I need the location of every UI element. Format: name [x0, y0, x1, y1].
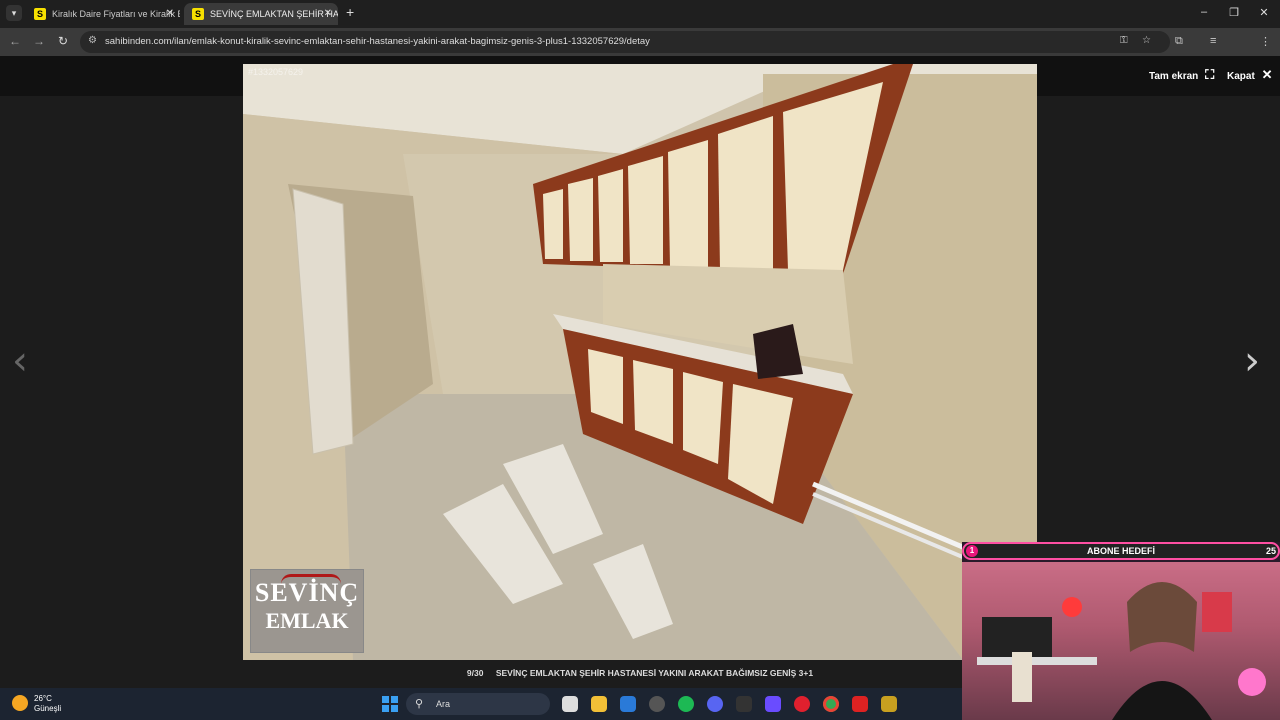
restore-button[interactable]: ❐	[1226, 6, 1242, 19]
url-text[interactable]: sahibinden.com/ilan/emlak-konut-kiralik-…	[105, 31, 650, 53]
browser-toolbar: ← → ↻ ⚙ sahibinden.com/ilan/emlak-konut-…	[0, 28, 1280, 76]
goal-title: ABONE HEDEFİ	[1086, 546, 1155, 556]
tab-kiralik-daire[interactable]: S Kiralık Daire Fiyatları ve Kiralık E ✕	[26, 3, 180, 25]
opera-icon[interactable]	[794, 696, 810, 712]
tab-label: Kiralık Daire Fiyatları ve Kiralık E	[52, 9, 180, 19]
forward-button[interactable]: →	[31, 34, 47, 48]
fullscreen-label: Tam ekran	[1149, 71, 1199, 82]
goal-target: 25	[1265, 546, 1276, 556]
photo-id-watermark: #1332057629	[248, 67, 304, 77]
logo-roof-shape	[281, 574, 341, 584]
previous-photo-arrow-icon[interactable]: ‹	[12, 338, 28, 384]
app-icon[interactable]	[852, 696, 868, 712]
site-info-icon[interactable]: ⚙	[88, 35, 97, 46]
app-icon[interactable]	[736, 696, 752, 712]
close-tab-icon[interactable]: ✕	[324, 3, 332, 25]
start-button[interactable]	[382, 696, 398, 712]
sahibinden-favicon-icon: S	[34, 8, 46, 20]
extensions-icon[interactable]: ⧉	[1175, 35, 1183, 48]
spotify-icon[interactable]	[678, 696, 694, 712]
goal-current: 1	[966, 545, 978, 557]
back-button[interactable]: ←	[7, 34, 23, 48]
weather-widget[interactable]: 26°C Güneşli	[12, 694, 61, 714]
listing-photo: #1332057629 SEVİNÇ EMLAK	[243, 64, 1037, 660]
app-icon[interactable]	[649, 696, 665, 712]
weather-condition: Güneşli	[34, 704, 62, 713]
new-tab-button[interactable]: +	[346, 4, 354, 20]
app-icon[interactable]	[881, 696, 897, 712]
close-tab-icon[interactable]: ✕	[166, 3, 174, 25]
browser-menu-icon[interactable]: ⋮	[1260, 35, 1271, 48]
minimize-button[interactable]: –	[1196, 6, 1212, 18]
fullscreen-button[interactable]: Tam ekran ⛶	[1149, 67, 1214, 83]
app-grid-icon[interactable]	[765, 696, 781, 712]
stream-overlay: 1 ABONE HEDEFİ 25	[962, 542, 1280, 720]
webcam-feed	[962, 562, 1280, 720]
close-label: Kapat	[1227, 71, 1255, 82]
temperature: 26°C	[34, 694, 52, 703]
tab-sevinc-emlak[interactable]: S SEVİNÇ EMLAKTAN ŞEHİR HAS ✕	[184, 3, 338, 25]
browser-tab-strip: ▾ S Kiralık Daire Fiyatları ve Kiralık E…	[0, 0, 1280, 28]
sun-icon	[12, 695, 28, 711]
sahibinden-favicon-icon: S	[192, 8, 204, 20]
mail-icon[interactable]	[620, 696, 636, 712]
next-photo-arrow-icon[interactable]: ›	[1244, 338, 1260, 384]
password-key-icon[interactable]: ⚿	[1120, 35, 1128, 46]
sevinc-emlak-logo: SEVİNÇ EMLAK	[250, 569, 364, 653]
media-control-icon[interactable]: ≡	[1210, 35, 1216, 47]
address-bar[interactable]: ⚙ sahibinden.com/ilan/emlak-konut-kirali…	[80, 31, 1170, 53]
webcam-illustration	[977, 582, 1266, 720]
logo-line-2: EMLAK	[265, 608, 349, 633]
task-view-icon[interactable]	[562, 696, 578, 712]
close-icon: ✕	[1261, 67, 1273, 82]
close-viewer-button[interactable]: Kapat ✕	[1227, 67, 1272, 83]
file-explorer-icon[interactable]	[591, 696, 607, 712]
search-icon: ⚲	[415, 698, 424, 710]
subscriber-goal-bar: 1 ABONE HEDEFİ 25	[962, 542, 1280, 560]
search-placeholder: Ara	[436, 699, 451, 709]
taskbar-search[interactable]: ⚲ Ara	[406, 693, 550, 715]
chrome-icon[interactable]	[823, 696, 839, 712]
tab-search-button[interactable]: ▾	[6, 5, 22, 21]
listing-title: SEVİNÇ EMLAKTAN ŞEHİR HASTANESİ YAKINI A…	[495, 668, 814, 678]
tab-label: SEVİNÇ EMLAKTAN ŞEHİR HAS	[210, 9, 338, 19]
discord-icon[interactable]	[707, 696, 723, 712]
fullscreen-icon: ⛶	[1205, 67, 1215, 82]
bookmark-star-icon[interactable]: ☆	[1142, 35, 1151, 46]
reload-button[interactable]: ↻	[55, 34, 71, 48]
window-close-button[interactable]: ✕	[1256, 6, 1272, 19]
photo-counter: 9/30	[466, 668, 484, 678]
